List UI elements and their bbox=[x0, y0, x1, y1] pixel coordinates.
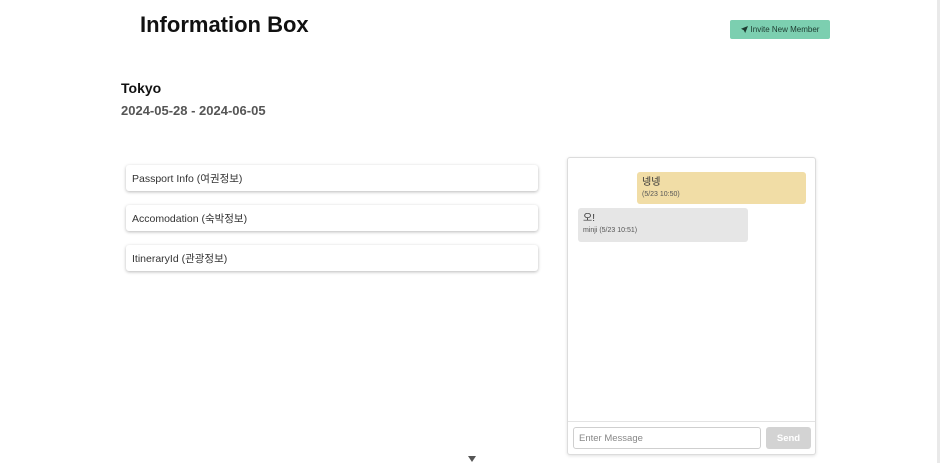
info-item-label: ItineraryId (관광정보) bbox=[132, 252, 228, 265]
send-icon bbox=[740, 26, 748, 33]
message-text: 넹넹 bbox=[642, 177, 661, 188]
invite-member-button[interactable]: Invite New Member bbox=[730, 20, 830, 39]
message-meta: (5/23 10:50) bbox=[642, 191, 680, 198]
scroll-down-icon[interactable] bbox=[467, 454, 477, 463]
info-item-label: Accomodation (숙박정보) bbox=[132, 212, 248, 225]
info-item-passport[interactable]: Passport Info (여권정보) bbox=[126, 165, 538, 191]
info-item-label: Passport Info (여권정보) bbox=[132, 172, 243, 185]
message-meta: minji (5/23 10:51) bbox=[583, 227, 638, 234]
page-title: Information Box bbox=[140, 12, 309, 37]
page: Information Box Invite New Member Tokyo … bbox=[0, 0, 940, 463]
trip-city: Tokyo bbox=[121, 80, 162, 96]
send-button[interactable]: Send bbox=[766, 427, 811, 449]
chat-messages[interactable]: 넹넹 (5/23 10:50) 오! minji (5/23 10:51) bbox=[568, 158, 815, 423]
invite-member-label: Invite New Member bbox=[750, 25, 820, 34]
trip-dates: 2024-05-28 - 2024-06-05 bbox=[121, 103, 266, 118]
info-item-itinerary[interactable]: ItineraryId (관광정보) bbox=[126, 245, 538, 271]
message-input[interactable] bbox=[573, 427, 761, 449]
chat-message-mine: 넹넹 (5/23 10:50) bbox=[637, 172, 806, 204]
chat-input-bar: Send bbox=[568, 421, 815, 454]
info-item-accommodation[interactable]: Accomodation (숙박정보) bbox=[126, 205, 538, 231]
chat-message-other: 오! minji (5/23 10:51) bbox=[578, 208, 748, 242]
chat-panel: 넹넹 (5/23 10:50) 오! minji (5/23 10:51) Se… bbox=[567, 157, 816, 455]
info-list: Passport Info (여권정보) Accomodation (숙박정보)… bbox=[126, 165, 538, 285]
message-text: 오! bbox=[583, 213, 595, 224]
